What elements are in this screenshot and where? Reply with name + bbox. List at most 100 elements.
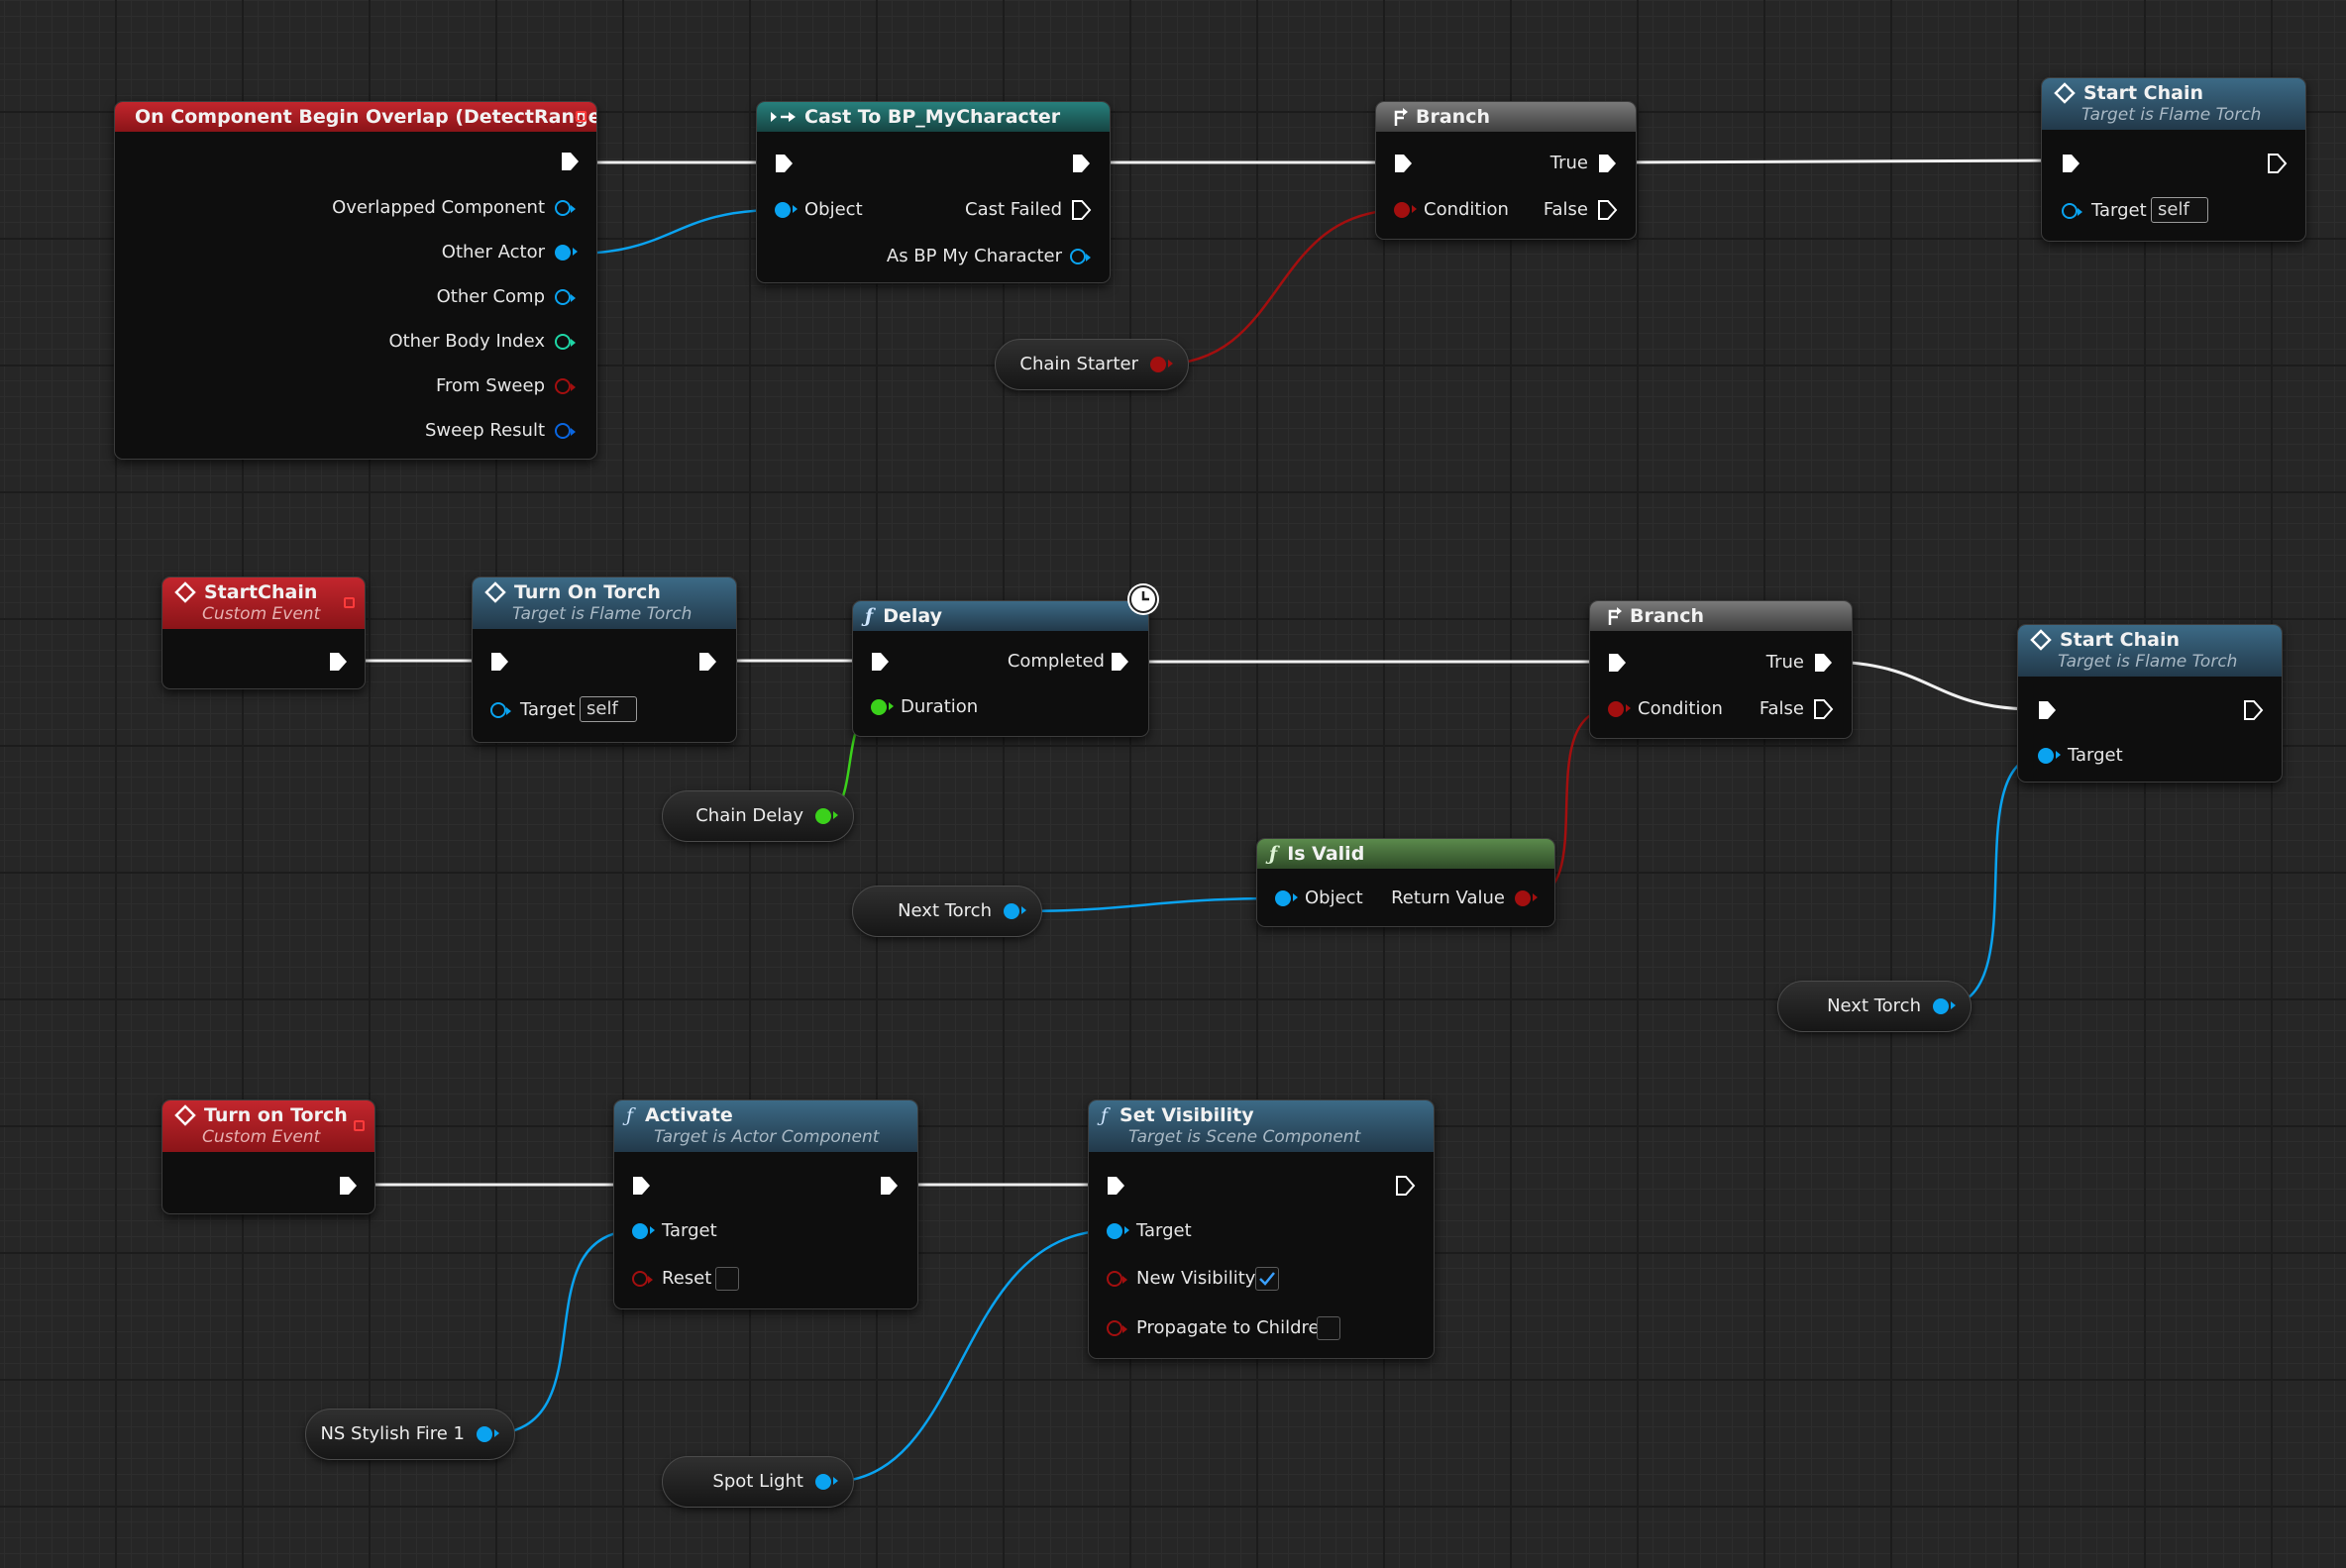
event-delegate-icon[interactable]: [354, 1120, 365, 1131]
node-header: ƒ Is Valid: [1257, 839, 1554, 869]
node-subtitle: Target is Actor Component: [654, 1127, 880, 1147]
bool-pin[interactable]: [632, 1271, 653, 1287]
exec-in-pin[interactable]: [2036, 699, 2058, 721]
startchain-event-node[interactable]: StartChain Custom Event: [161, 576, 366, 689]
exec-out-pin[interactable]: [1812, 698, 1834, 720]
branch-node[interactable]: Branch True Condition False: [1589, 600, 1853, 739]
bool-pin[interactable]: [1150, 357, 1173, 372]
exec-out-pin[interactable]: [2266, 153, 2288, 174]
node-subtitle: Target is Flame Torch: [2058, 652, 2238, 672]
node-header: Turn On Torch Target is Flame Torch: [473, 577, 736, 629]
int-pin[interactable]: [555, 334, 576, 350]
pin-label: Other Comp: [436, 286, 545, 307]
object-pin[interactable]: [490, 702, 511, 718]
bool-pin[interactable]: [555, 378, 576, 394]
bool-pin[interactable]: [1107, 1320, 1127, 1336]
object-pin[interactable]: [815, 1474, 838, 1490]
event-delegate-icon[interactable]: [576, 111, 586, 122]
exec-out-pin[interactable]: [327, 651, 349, 673]
node-title: Branch: [1416, 106, 1490, 128]
node-title: Start Chain: [2060, 629, 2180, 651]
object-pin[interactable]: [2062, 203, 2082, 219]
bool-pin[interactable]: [1394, 202, 1417, 218]
ns-stylish-fire-variable[interactable]: NS Stylish Fire 1: [305, 1409, 515, 1460]
node-header: Turn on Torch Custom Event: [162, 1100, 374, 1152]
bool-pin[interactable]: [1608, 701, 1631, 717]
chain-starter-variable[interactable]: Chain Starter: [995, 339, 1189, 390]
node-header: Cast To BP_MyCharacter: [757, 102, 1110, 132]
bool-pin[interactable]: [1107, 1271, 1127, 1287]
target-self-field[interactable]: self: [2151, 197, 2208, 223]
exec-out-pin[interactable]: [696, 651, 718, 673]
object-pin[interactable]: [555, 200, 576, 216]
exec-in-pin[interactable]: [488, 651, 510, 673]
is-valid-node[interactable]: ƒ Is Valid Object Return Value: [1256, 838, 1555, 927]
spot-light-variable[interactable]: Spot Light: [662, 1456, 854, 1508]
event-delegate-icon[interactable]: [344, 597, 355, 608]
checkmark-icon: [1259, 1272, 1275, 1286]
node-header: Start Chain Target is Flame Torch: [2042, 78, 2305, 130]
exec-in-pin[interactable]: [1606, 652, 1628, 674]
exec-in-pin[interactable]: [2060, 153, 2081, 174]
node-title: Activate: [645, 1104, 733, 1126]
target-self-field[interactable]: self: [580, 696, 637, 722]
exec-out-pin[interactable]: [337, 1175, 359, 1197]
exec-out-pin[interactable]: [1394, 1175, 1416, 1197]
object-pin[interactable]: [477, 1426, 499, 1442]
event-icon: [2054, 82, 2076, 104]
start-chain-node[interactable]: Start Chain Target is Flame Torch Target…: [2041, 77, 2306, 242]
exec-out-pin[interactable]: [559, 151, 581, 172]
object-pin[interactable]: [1004, 903, 1026, 919]
exec-out-pin[interactable]: [1109, 651, 1130, 673]
exec-out-pin[interactable]: [2242, 699, 2264, 721]
start-chain-node[interactable]: Start Chain Target is Flame Torch Target: [2017, 624, 2283, 783]
new-visibility-checkbox[interactable]: [1255, 1267, 1279, 1291]
cast-node[interactable]: Cast To BP_MyCharacter Object Cast Faile…: [756, 101, 1111, 283]
exec-out-pin[interactable]: [1070, 153, 1092, 174]
node-header: ƒ Set Visibility Target is Scene Componen…: [1089, 1100, 1434, 1152]
object-pin[interactable]: [2038, 748, 2061, 764]
branch-node[interactable]: Branch True Condition False: [1375, 101, 1637, 240]
object-pin[interactable]: [1107, 1223, 1129, 1239]
function-icon: ƒ: [1101, 1104, 1109, 1126]
node-header: Branch: [1376, 102, 1636, 132]
object-pin[interactable]: [632, 1223, 655, 1239]
set-visibility-node[interactable]: ƒ Set Visibility Target is Scene Componen…: [1088, 1099, 1435, 1359]
bool-pin[interactable]: [1515, 890, 1538, 906]
exec-in-pin[interactable]: [869, 651, 891, 673]
object-pin[interactable]: [555, 245, 578, 261]
overlap-event-node[interactable]: On Component Begin Overlap (DetectRange)…: [114, 101, 597, 460]
object-pin[interactable]: [1070, 249, 1091, 264]
exec-in-pin[interactable]: [773, 153, 795, 174]
turn-on-torch-event-node[interactable]: Turn on Torch Custom Event: [161, 1099, 375, 1214]
exec-in-pin[interactable]: [1392, 153, 1414, 174]
next-torch-variable[interactable]: Next Torch: [852, 886, 1042, 937]
float-pin[interactable]: [871, 699, 894, 715]
node-title: Turn On Torch: [514, 581, 661, 603]
exec-out-pin[interactable]: [1812, 652, 1834, 674]
chain-delay-variable[interactable]: Chain Delay: [662, 790, 854, 842]
delay-node[interactable]: ƒ Delay Completed Duration: [852, 600, 1149, 737]
exec-out-pin[interactable]: [878, 1175, 900, 1197]
object-pin[interactable]: [1933, 998, 1956, 1014]
float-pin[interactable]: [815, 808, 838, 824]
next-torch-variable[interactable]: Next Torch: [1777, 981, 1972, 1032]
activate-node[interactable]: ƒ Activate Target is Actor Component Targ…: [613, 1099, 918, 1309]
object-pin[interactable]: [775, 202, 798, 218]
object-pin[interactable]: [1275, 890, 1298, 906]
exec-out-pin[interactable]: [1596, 199, 1618, 221]
turn-on-torch-call-node[interactable]: Turn On Torch Target is Flame Torch Targ…: [472, 576, 737, 743]
node-subtitle: Target is Scene Component: [1128, 1127, 1361, 1147]
node-title: Is Valid: [1287, 843, 1365, 865]
pin-label: Object: [1305, 888, 1363, 908]
object-pin[interactable]: [555, 289, 576, 305]
exec-in-pin[interactable]: [1105, 1175, 1126, 1197]
exec-out-pin[interactable]: [1070, 199, 1092, 221]
node-title: Turn on Torch: [204, 1104, 348, 1126]
exec-in-pin[interactable]: [630, 1175, 652, 1197]
node-header: Branch: [1590, 601, 1852, 631]
struct-pin[interactable]: [555, 423, 576, 439]
propagate-checkbox[interactable]: [1317, 1316, 1340, 1340]
exec-out-pin[interactable]: [1596, 153, 1618, 174]
reset-checkbox[interactable]: [715, 1267, 739, 1291]
